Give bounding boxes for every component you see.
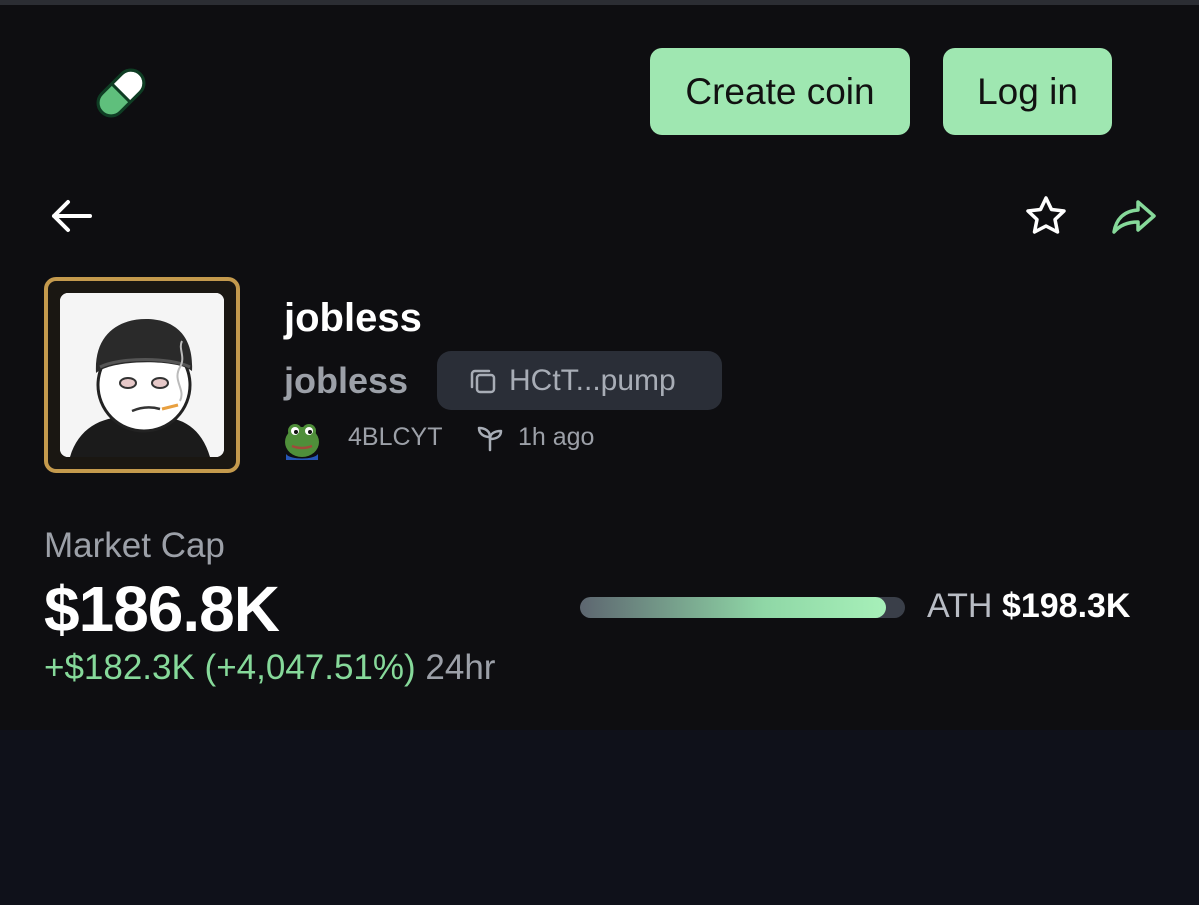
market-cap-change: +$182.3K (+4,047.51%) 24hr (44, 648, 495, 688)
coin-ticker: jobless (284, 360, 409, 401)
login-button[interactable]: Log in (943, 48, 1112, 135)
contract-address: HCtT...pump (509, 363, 676, 397)
market-cap-change-period: 24hr (425, 648, 496, 687)
coin-avatar-image (60, 293, 224, 457)
creator-name[interactable]: 4BLCYT (348, 423, 442, 452)
sprout-icon (477, 426, 503, 452)
ath-value: $198.3K (1001, 587, 1131, 625)
ath-display: ATH $198.3K (927, 587, 1130, 626)
market-cap-label: Market Cap (44, 526, 225, 565)
market-cap-value: $186.8K (44, 573, 280, 645)
share-arrow-icon[interactable] (1108, 194, 1160, 238)
coin-name: jobless (284, 296, 422, 340)
arrow-left-icon[interactable] (46, 194, 96, 238)
star-icon[interactable] (1022, 194, 1070, 238)
create-coin-button[interactable]: Create coin (650, 48, 910, 135)
ath-progress-fill (580, 597, 887, 618)
creator-avatar[interactable] (282, 416, 322, 460)
ath-label: ATH (927, 587, 993, 625)
ath-progress-bar (580, 597, 905, 618)
contract-address-copy-button[interactable]: HCtT...pump (437, 351, 722, 410)
coin-age: 1h ago (518, 423, 595, 451)
copy-icon (470, 369, 496, 393)
coin-avatar-frame (44, 277, 240, 473)
market-cap-change-value: +$182.3K (+4,047.51%) (44, 648, 416, 687)
pill-icon[interactable] (90, 62, 152, 124)
